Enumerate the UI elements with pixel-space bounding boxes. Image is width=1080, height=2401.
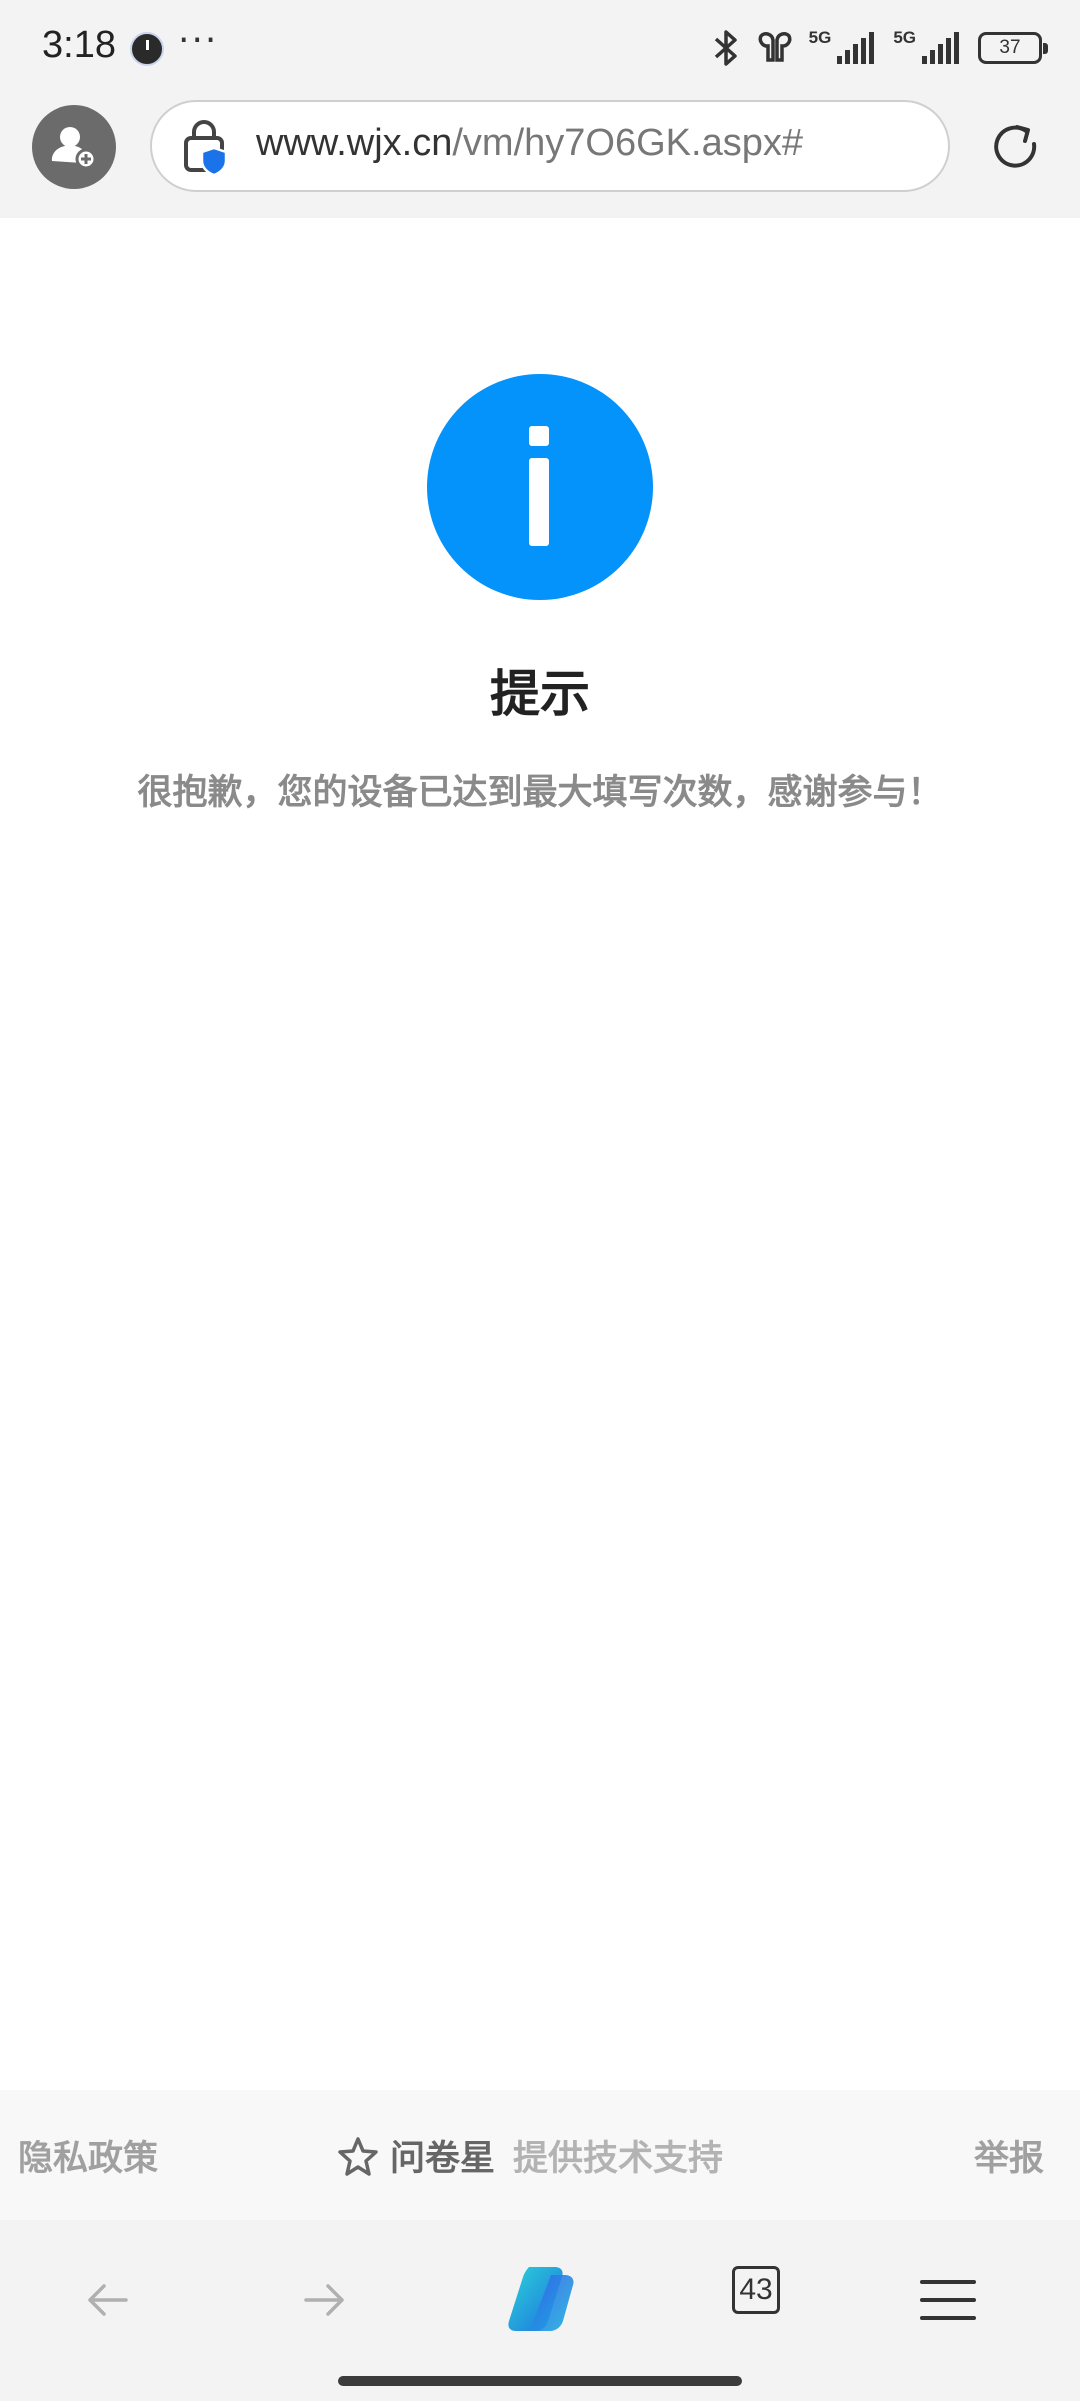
info-icon-dot — [529, 426, 549, 446]
signal-icon — [922, 32, 959, 64]
privacy-policy-link[interactable]: 隐私政策 — [18, 2130, 158, 2181]
network-type-2: 5G — [893, 28, 916, 47]
battery-icon: 37 — [978, 32, 1048, 64]
copilot-button[interactable] — [496, 2254, 586, 2344]
status-icons: 5G 5G 37 — [711, 26, 1048, 70]
earbuds-icon — [758, 32, 791, 62]
arrow-left-icon — [88, 2284, 128, 2316]
notice-message: 很抱歉，您的设备已达到最大填写次数，感谢参与！ — [137, 773, 943, 813]
signal-icon — [837, 32, 875, 64]
clock-icon — [130, 32, 164, 66]
browser-bottom-nav: 43 — [0, 2220, 1080, 2401]
menu-button[interactable] — [912, 2264, 984, 2336]
status-bar: 3:18 ··· 5G 5G 37 — [0, 0, 1080, 100]
status-time: 3:18 — [42, 24, 116, 66]
bluetooth-icon — [714, 30, 737, 66]
more-notifications-icon: ··· — [178, 20, 219, 61]
add-profile-icon — [51, 127, 97, 170]
brand-name: 问卷星 — [390, 2139, 496, 2179]
browser-toolbar: www.wjx.cn/vm/hy7O6GK.aspx# — [0, 100, 1080, 218]
brand-credit[interactable]: 问卷星 提供技术支持 — [338, 2130, 723, 2181]
info-icon — [427, 374, 653, 600]
profile-avatar-button[interactable] — [32, 105, 116, 189]
url-host: www.wjx.cn — [256, 122, 453, 164]
reload-icon[interactable] — [988, 120, 1044, 176]
page-footer: 隐私政策 问卷星 提供技术支持 举报 — [0, 2090, 1080, 2220]
copilot-icon — [508, 2267, 574, 2331]
info-icon-bar — [529, 458, 549, 546]
url-path: /vm/hy7O6GK.aspx# — [452, 122, 803, 164]
address-bar[interactable]: www.wjx.cn/vm/hy7O6GK.aspx# — [150, 100, 950, 192]
home-indicator[interactable] — [338, 2376, 742, 2386]
back-button[interactable] — [72, 2264, 144, 2336]
forward-button[interactable] — [288, 2264, 360, 2336]
secure-lock-icon[interactable] — [178, 118, 234, 178]
star-icon — [338, 2136, 378, 2176]
url-text[interactable]: www.wjx.cn/vm/hy7O6GK.aspx# — [256, 122, 803, 165]
report-link[interactable]: 举报 — [974, 2130, 1044, 2181]
brand-tagline: 提供技术支持 — [513, 2139, 724, 2179]
arrow-right-icon — [304, 2284, 344, 2316]
hamburger-menu-icon — [920, 2280, 976, 2320]
tabs-button[interactable]: 43 — [732, 2266, 780, 2314]
network-type-1: 5G — [808, 28, 832, 47]
page-title: 提示 — [490, 665, 590, 723]
